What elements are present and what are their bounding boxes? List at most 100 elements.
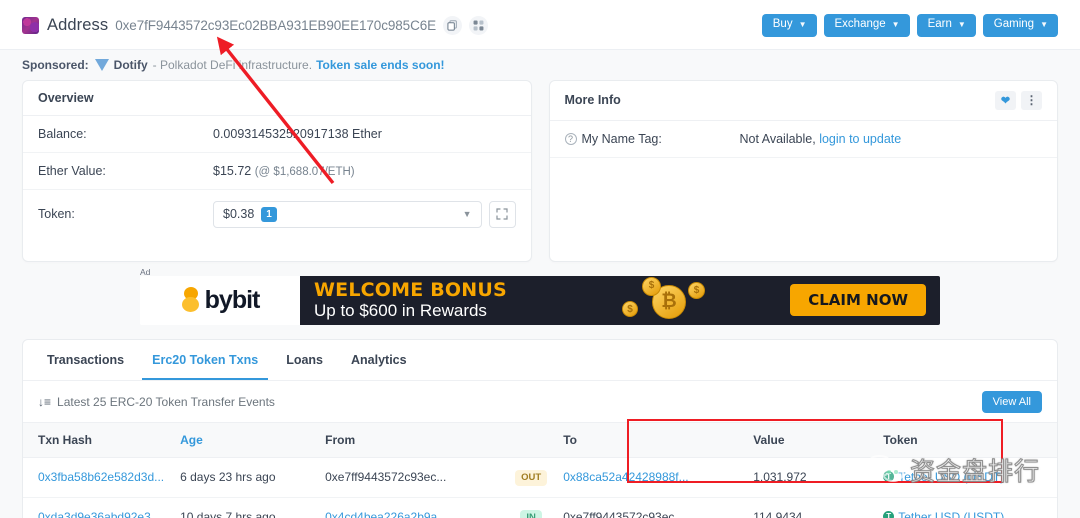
column-header-token: Token: [875, 421, 1057, 458]
buy-button-label: Buy: [772, 18, 793, 30]
kebab-menu-icon[interactable]: ⋮: [1021, 90, 1042, 110]
qr-code-icon[interactable]: [469, 15, 489, 35]
copy-icon[interactable]: [443, 15, 463, 35]
earn-button[interactable]: Earn ▼: [916, 14, 976, 37]
to-address: 0xe7ff9443572c93ec...: [563, 510, 685, 518]
ad-subline: Up to $600 in Rewards: [314, 300, 487, 320]
ad-brand-area: bybit: [140, 275, 300, 325]
column-header-from: From: [317, 421, 508, 458]
sponsored-name[interactable]: Dotify: [114, 58, 148, 72]
token-total-value: $0.38: [223, 207, 255, 221]
direction-badge-out: OUT: [515, 469, 548, 486]
login-to-update-link[interactable]: login to update: [819, 132, 901, 146]
sponsored-description: - Polkadot DeFi infrastructure.: [152, 57, 313, 72]
cell-txn-hash[interactable]: 0x3fba58b62e582d3d...: [23, 457, 173, 498]
ad-copy: WELCOME BONUS Up to $600 in Rewards: [314, 280, 507, 321]
page-header: Address 0xe7fF9443572c93Ec02BBA931EB90EE…: [0, 0, 1080, 50]
chevron-down-icon: ▼: [957, 19, 966, 29]
tab-transactions[interactable]: Transactions: [37, 340, 134, 380]
more-info-card: More Info ❤ ⋮ ? My Name Tag: Not Availab…: [548, 79, 1058, 262]
balance-value: 0.009314532520917138 Ether: [213, 126, 382, 141]
column-header-txn-hash: Txn Hash: [23, 421, 173, 458]
dollar-coin-icon: $: [642, 276, 661, 296]
column-header-age[interactable]: Age: [172, 421, 318, 458]
more-info-card-title: More Info: [564, 93, 621, 107]
name-tag-label-wrap: ? My Name Tag:: [564, 131, 740, 146]
ad-content-area: WELCOME BONUS Up to $600 in Rewards ₿ $ …: [300, 275, 940, 325]
from-address-link[interactable]: 0x4cd4bea226a2b9a...: [325, 510, 447, 518]
cell-age: 6 days 23 hrs ago: [172, 457, 318, 498]
ad-headline: WELCOME BONUS: [314, 278, 507, 301]
gaming-button-label: Gaming: [993, 18, 1035, 30]
balance-label: Balance:: [38, 126, 87, 141]
overview-card: Overview Balance: 0.009314532520917138 E…: [22, 79, 532, 262]
sort-descending-icon[interactable]: ↓≡: [38, 395, 51, 409]
token-link[interactable]: Tether USD (USDT): [898, 510, 1004, 518]
to-address-link[interactable]: 0x88ca52a42428988f...: [563, 470, 688, 484]
column-header-to: To: [555, 421, 746, 458]
dollar-coin-icon: $: [688, 281, 705, 299]
advertisement[interactable]: Ad bybit WELCOME BONUS Up to $600 in Rew…: [140, 267, 940, 325]
name-tag-label: My Name Tag:: [581, 131, 662, 146]
ether-value-amount: $15.72: [213, 163, 252, 178]
exchange-button-label: Exchange: [834, 18, 886, 30]
tab-erc20-token-txns[interactable]: Erc20 Token Txns: [142, 340, 269, 380]
ad-banner[interactable]: bybit WELCOME BONUS Up to $600 in Reward…: [140, 275, 940, 325]
summary-cards: Overview Balance: 0.009314532520917138 E…: [0, 79, 1080, 262]
table-row[interactable]: 0x3fba58b62e582d3d... 6 days 23 hrs ago …: [23, 457, 1057, 498]
etherscan-address-page: Address 0xe7fF9443572c93Ec02BBA931EB90EE…: [0, 0, 1080, 518]
token-dropdown[interactable]: $0.38 1 ▼: [213, 200, 482, 228]
ad-brand-name: bybit: [204, 285, 261, 314]
direction-badge-in: IN: [520, 509, 542, 518]
chevron-down-icon: ▼: [798, 19, 807, 29]
cell-token[interactable]: Tether USD (USDT): [875, 497, 1057, 518]
list-subbar: ↓≡ Latest 25 ERC-20 Token Transfer Event…: [23, 381, 1057, 422]
ether-value-label: Ether Value:: [38, 163, 106, 178]
cell-to[interactable]: 0x88ca52a42428988f...: [555, 457, 746, 498]
cell-token[interactable]: Tether USD (USDT): [875, 457, 1057, 498]
token-link[interactable]: Tether USD (USDT): [898, 470, 1004, 484]
copy-icon-glyph: [447, 19, 457, 31]
sponsored-cta-link[interactable]: Token sale ends soon!: [316, 58, 444, 72]
more-info-row-name-tag: ? My Name Tag: Not Available, login to u…: [549, 121, 1057, 158]
column-header-value: Value: [745, 421, 876, 458]
table-header: Txn Hash Age From To Value Token: [23, 421, 1057, 458]
chevron-down-icon: ▼: [891, 19, 900, 29]
list-summary-text: Latest 25 ERC-20 Token Transfer Events: [57, 394, 275, 409]
tab-loans[interactable]: Loans: [276, 340, 333, 380]
cell-age: 10 days 7 hrs ago: [172, 497, 318, 518]
name-tag-value: Not Available,: [739, 131, 816, 146]
overview-row-token: Token: $0.38 1 ▼: [23, 190, 531, 239]
column-header-direction: [507, 421, 556, 458]
help-icon[interactable]: ?: [564, 132, 577, 145]
chevron-down-icon: ▼: [462, 209, 472, 219]
overview-card-title: Overview: [23, 81, 531, 116]
cell-from[interactable]: 0x4cd4bea226a2b9a...: [317, 497, 508, 518]
claim-now-button[interactable]: CLAIM NOW: [790, 284, 926, 316]
table-body: 0x3fba58b62e582d3d... 6 days 23 hrs ago …: [23, 457, 1057, 518]
tab-analytics[interactable]: Analytics: [341, 340, 417, 380]
ether-value-value: $15.72 (@ $1,688.07/ETH): [213, 164, 355, 178]
expand-icon[interactable]: [488, 200, 516, 228]
sponsored-prefix: Sponsored:: [22, 57, 89, 72]
from-address: 0xe7ff9443572c93ec...: [325, 470, 447, 484]
sponsored-banner: Sponsored: Dotify - Polkadot DeFi infras…: [0, 49, 1080, 80]
name-tag-value-wrap: Not Available, login to update: [740, 132, 902, 146]
cell-txn-hash[interactable]: 0xda3d9e36abd92e3...: [23, 497, 173, 518]
cell-value: 114.9434: [745, 497, 876, 518]
txn-hash-link[interactable]: 0x3fba58b62e582d3d...: [38, 470, 164, 484]
more-info-card-header: More Info ❤ ⋮: [549, 81, 1057, 121]
address-avatar-icon: [22, 16, 39, 34]
overview-row-ether-value: Ether Value: $15.72 (@ $1,688.07/ETH): [23, 153, 531, 190]
coin-symbol: $: [648, 279, 655, 291]
gaming-button[interactable]: Gaming ▼: [982, 14, 1058, 37]
view-all-button[interactable]: View All: [981, 390, 1042, 413]
table-row[interactable]: 0xda3d9e36abd92e3... 10 days 7 hrs ago 0…: [23, 497, 1057, 518]
cell-direction: OUT: [507, 457, 556, 498]
exchange-button[interactable]: Exchange ▼: [823, 14, 910, 37]
buy-button[interactable]: Buy ▼: [761, 14, 817, 37]
ad-coins-graphic: ₿ $ $ $: [600, 276, 780, 325]
heart-icon[interactable]: ❤: [995, 90, 1016, 110]
ad-label: Ad: [140, 266, 151, 277]
txn-hash-link[interactable]: 0xda3d9e36abd92e3...: [38, 510, 161, 518]
